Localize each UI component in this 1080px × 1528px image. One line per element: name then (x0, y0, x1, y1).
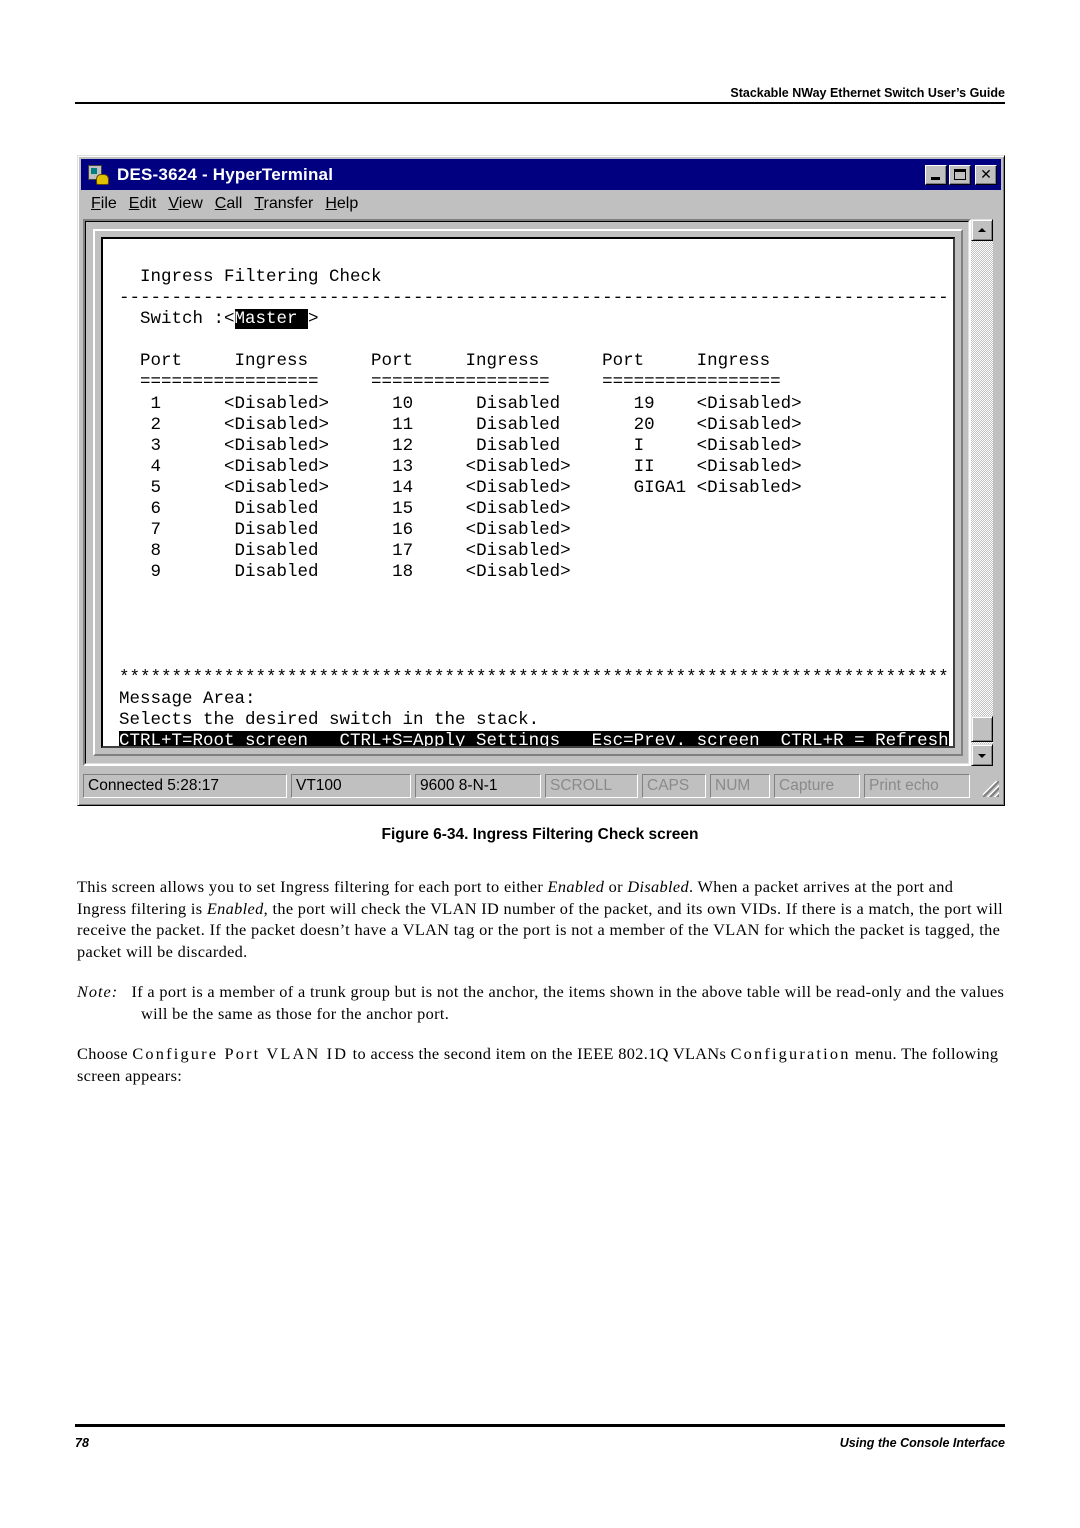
status-capture: Capture (774, 774, 860, 798)
menu-call[interactable]: Call (215, 195, 243, 213)
status-port-settings: 9600 8-N-1 (415, 774, 541, 798)
vertical-scrollbar[interactable] (971, 219, 993, 766)
screen-title: Ingress Filtering Check (119, 267, 382, 287)
divider-line: ----------------------------------------… (119, 288, 949, 309)
scroll-down-button[interactable] (971, 744, 993, 766)
menu-edit[interactable]: Edit (129, 195, 157, 213)
port-row: 3 <Disabled> 12 Disabled I <Disabled> (119, 435, 802, 456)
status-emulation: VT100 (291, 774, 411, 798)
ingress-value-port-14[interactable]: <Disabled> (466, 478, 582, 498)
port-row: 1 <Disabled> 10 Disabled 19 <Disabled> (119, 393, 802, 414)
hotkey-bar: CTRL+T=Root screen CTRL+S=Apply Settings… (119, 731, 949, 746)
menu-help[interactable]: Help (325, 195, 358, 213)
ingress-value-port-8[interactable]: Disabled (224, 541, 340, 561)
port-row: 8 Disabled 17 <Disabled> (119, 541, 582, 562)
ingress-value-port-2[interactable]: <Disabled> (224, 415, 340, 435)
header-rule (75, 102, 1005, 104)
scroll-up-button[interactable] (971, 219, 993, 241)
port-row: 7 Disabled 16 <Disabled> (119, 520, 582, 541)
port-row: 2 <Disabled> 11 Disabled 20 <Disabled> (119, 414, 802, 435)
scroll-thumb[interactable] (971, 716, 993, 742)
ingress-value-port-5[interactable]: <Disabled> (224, 478, 340, 498)
menu-file[interactable]: File (91, 195, 117, 213)
ingress-value-port-18[interactable]: <Disabled> (466, 562, 582, 582)
body-paragraph: This screen allows you to set Ingress fi… (77, 877, 1003, 962)
ingress-value-port-GIGA1[interactable]: <Disabled> (697, 478, 802, 498)
terminal-text: Ingress Filtering Check -----------------… (119, 267, 949, 746)
ingress-value-port-12[interactable]: Disabled (466, 436, 582, 456)
port-row: 6 Disabled 15 <Disabled> (119, 499, 582, 520)
ingress-value-port-10[interactable]: Disabled (466, 394, 582, 414)
body-paragraph-choose: Choose Configure Port VLAN ID to access … (77, 1044, 999, 1085)
port-row: 4 <Disabled> 13 <Disabled> II <Disabled> (119, 456, 802, 477)
column-headers: Port Ingress Port Ingress Port Ingress (119, 351, 771, 372)
note-label: Note: (77, 982, 119, 1001)
message-text: Selects the desired switch in the stack. (119, 709, 540, 730)
note-paragraph: Note: If a port is a member of a trunk g… (77, 981, 1007, 1024)
menu-bar: File Edit View Call Transfer Help (81, 192, 1001, 216)
status-bar: Connected 5:28:17 VT100 9600 8-N-1 SCROL… (81, 773, 1001, 799)
blank (119, 647, 949, 668)
switch-row: Switch :<Master > (119, 309, 319, 330)
ingress-value-port-4[interactable]: <Disabled> (224, 457, 340, 477)
switch-selector[interactable]: Master (234, 309, 309, 330)
maximize-icon (954, 168, 966, 180)
title-bar[interactable]: DES-3624 - HyperTerminal ✕ (81, 159, 1001, 190)
hyperterminal-app-icon[interactable] (85, 163, 111, 187)
hyperterminal-window: DES-3624 - HyperTerminal ✕ File Edit Vie… (77, 155, 1005, 806)
port-row: 9 Disabled 18 <Disabled> (119, 562, 582, 583)
arrow-down-icon (978, 754, 986, 758)
ingress-value-port-16[interactable]: <Disabled> (466, 520, 582, 540)
message-area-label: Message Area: (119, 688, 256, 709)
window-title: DES-3624 - HyperTerminal (117, 164, 334, 184)
status-caps: CAPS (642, 774, 706, 798)
figure-caption: Figure 6-34. Ingress Filtering Check scr… (381, 826, 699, 843)
ingress-value-port-17[interactable]: <Disabled> (466, 541, 582, 561)
menu-transfer[interactable]: Transfer (254, 195, 313, 213)
running-header: Stackable NWay Ethernet Switch User’s Gu… (730, 86, 1005, 100)
blank (119, 626, 949, 647)
stars-divider: ****************************************… (119, 667, 949, 688)
ingress-value-port-1[interactable]: <Disabled> (224, 394, 340, 414)
ingress-value-port-11[interactable]: Disabled (466, 415, 582, 435)
terminal-screen[interactable]: Ingress Filtering Check -----------------… (101, 237, 955, 748)
footer-section-title: Using the Console Interface (839, 1436, 1005, 1450)
status-print-echo: Print echo (864, 774, 970, 798)
ingress-value-port-13[interactable]: <Disabled> (466, 457, 582, 477)
ingress-value-port-20[interactable]: <Disabled> (697, 415, 802, 435)
ingress-value-port-9[interactable]: Disabled (224, 562, 340, 582)
resize-grip-icon[interactable] (983, 781, 999, 797)
arrow-up-icon (978, 228, 986, 232)
status-num: NUM (710, 774, 770, 798)
menu-view[interactable]: View (168, 195, 202, 213)
ingress-value-port-15[interactable]: <Disabled> (466, 499, 582, 519)
status-connected: Connected 5:28:17 (83, 774, 287, 798)
blank (119, 330, 949, 351)
hotkey-legend: CTRL+T=Root screen CTRL+S=Apply Settings… (119, 731, 949, 746)
ingress-value-port-II[interactable]: <Disabled> (697, 457, 802, 477)
page-number: 78 (75, 1436, 89, 1450)
blank (119, 605, 949, 626)
status-scroll: SCROLL (545, 774, 638, 798)
close-button[interactable]: ✕ (975, 164, 997, 185)
footer-rule (75, 1424, 1005, 1427)
ingress-value-port-I[interactable]: <Disabled> (697, 436, 802, 456)
close-icon: ✕ (980, 166, 992, 183)
terminal-client-area[interactable]: Ingress Filtering Check -----------------… (83, 219, 971, 766)
column-underline: ================= ================= ====… (119, 372, 781, 393)
note-text: If a port is a member of a trunk group b… (131, 982, 1005, 1023)
ingress-value-port-3[interactable]: <Disabled> (224, 436, 340, 456)
port-row: 5 <Disabled> 14 <Disabled> GIGA1 <Disabl… (119, 477, 802, 498)
ingress-value-port-19[interactable]: <Disabled> (697, 394, 802, 414)
ingress-value-port-7[interactable]: Disabled (224, 520, 340, 540)
minimize-button[interactable] (925, 164, 947, 185)
maximize-button[interactable] (949, 164, 971, 185)
minimize-icon (931, 176, 940, 180)
blank (119, 583, 949, 604)
ingress-value-port-6[interactable]: Disabled (224, 499, 340, 519)
